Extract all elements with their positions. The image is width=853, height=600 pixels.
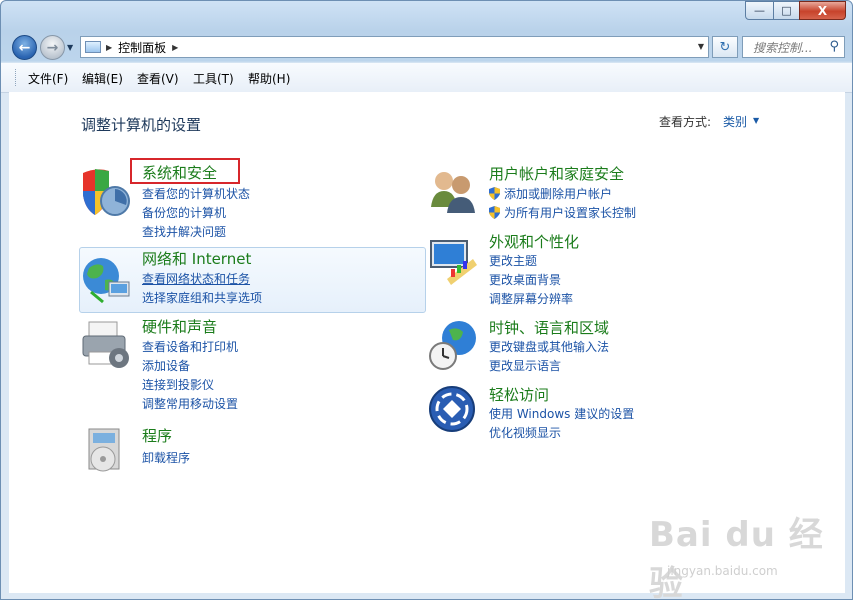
link-connect-projector[interactable]: 连接到投影仪 — [142, 376, 214, 393]
address-bar[interactable]: ▶ 控制面板 ▶ ▼ — [80, 36, 709, 58]
uac-shield-icon — [489, 187, 500, 200]
arrow-right-icon: → — [46, 39, 59, 56]
category-system-security[interactable]: 系统和安全 — [142, 162, 217, 183]
category-hardware-sound[interactable]: 硬件和声音 — [142, 316, 217, 337]
network-globe-icon — [83, 258, 130, 304]
menu-help[interactable]: 帮助(H) — [248, 70, 290, 87]
users-icon — [431, 172, 475, 213]
link-add-device[interactable]: 添加设备 — [142, 357, 190, 374]
uac-shield-icon — [489, 206, 500, 219]
baidu-watermark: Bai du 经验 — [649, 515, 824, 600]
category-programs[interactable]: 程序 — [142, 425, 172, 446]
recent-pages-dropdown[interactable]: ▼ — [67, 43, 73, 52]
link-add-remove-accounts[interactable]: 添加或删除用户帐户 — [489, 185, 612, 202]
category-appearance[interactable]: 外观和个性化 — [489, 231, 579, 252]
view-by-label: 查看方式: — [659, 115, 712, 129]
link-parental-controls[interactable]: 为所有用户设置家长控制 — [489, 204, 636, 221]
menu-edit[interactable]: 编辑(E) — [82, 70, 123, 87]
link-display-language[interactable]: 更改显示语言 — [489, 357, 561, 374]
page-title: 调整计算机的设置 — [81, 116, 202, 134]
link-optimize-display[interactable]: 优化视频显示 — [489, 424, 561, 441]
clock-globe-icon — [429, 321, 476, 370]
link-add-remove-accounts-label: 添加或删除用户帐户 — [504, 187, 613, 201]
category-clock-language[interactable]: 时钟、语言和区域 — [489, 317, 609, 338]
view-by-chevron-icon[interactable]: ▼ — [753, 116, 759, 125]
arrow-left-icon: ← — [18, 39, 31, 56]
title-bar: — □ X — [1, 1, 852, 31]
link-screen-resolution[interactable]: 调整屏幕分辨率 — [489, 290, 573, 307]
menu-file[interactable]: 文件(F) — [28, 70, 68, 87]
forward-button[interactable]: → — [40, 35, 65, 60]
shield-icon — [83, 169, 130, 216]
link-change-theme[interactable]: 更改主题 — [489, 252, 537, 269]
maximize-button[interactable]: □ — [773, 1, 800, 20]
link-devices-printers[interactable]: 查看设备和打印机 — [142, 338, 238, 355]
window-frame: — □ X ← → ▼ ▶ 控制面板 ▶ ▼ ↻ 搜索控制... ⚲ 文件(F)… — [0, 0, 853, 600]
category-user-accounts[interactable]: 用户帐户和家庭安全 — [489, 163, 624, 184]
menu-bar: 文件(F) 编辑(E) 查看(V) 工具(T) 帮助(H) — [1, 63, 852, 93]
category-network-internet[interactable]: 网络和 Internet — [142, 248, 251, 269]
close-button[interactable]: X — [799, 1, 846, 20]
back-button[interactable]: ← — [12, 35, 37, 60]
search-input[interactable]: 搜索控制... ⚲ — [742, 36, 845, 58]
link-desktop-background[interactable]: 更改桌面背景 — [489, 271, 561, 288]
refresh-button[interactable]: ↻ — [712, 36, 738, 58]
link-uninstall-program[interactable]: 卸载程序 — [142, 449, 190, 466]
ease-of-access-icon — [429, 386, 475, 432]
search-icon[interactable]: ⚲ — [829, 39, 839, 54]
link-parental-controls-label: 为所有用户设置家长控制 — [504, 206, 637, 220]
address-dropdown-icon[interactable]: ▼ — [698, 42, 704, 51]
programs-icon — [88, 428, 120, 472]
breadcrumb-separator-icon[interactable]: ▶ — [106, 43, 112, 52]
control-panel-icon — [85, 41, 101, 53]
link-homegroup[interactable]: 选择家庭组和共享选项 — [142, 289, 262, 306]
search-placeholder: 搜索控制... — [753, 40, 813, 55]
link-troubleshoot[interactable]: 查找并解决问题 — [142, 223, 226, 240]
view-by-dropdown[interactable]: 类别 — [723, 113, 747, 130]
link-backup-computer[interactable]: 备份您的计算机 — [142, 204, 226, 221]
printer-icon — [82, 321, 129, 368]
menu-tools[interactable]: 工具(T) — [193, 70, 234, 87]
breadcrumb-control-panel[interactable]: 控制面板 — [118, 39, 166, 56]
refresh-icon: ↻ — [719, 39, 731, 55]
link-recommended-settings[interactable]: 使用 Windows 建议的设置 — [489, 405, 634, 422]
link-view-computer-status[interactable]: 查看您的计算机状态 — [142, 185, 250, 202]
link-mobility-settings[interactable]: 调整常用移动设置 — [142, 395, 238, 412]
minimize-button[interactable]: — — [745, 1, 774, 20]
menu-grip — [15, 69, 18, 86]
link-network-status[interactable]: 查看网络状态和任务 — [142, 270, 250, 287]
baidu-watermark-url: jingyan.baidu.com — [667, 564, 778, 578]
breadcrumb-chevron-icon[interactable]: ▶ — [172, 43, 178, 52]
monitor-palette-icon — [430, 240, 477, 285]
menu-view[interactable]: 查看(V) — [137, 70, 179, 87]
link-keyboard-input[interactable]: 更改键盘或其他输入法 — [489, 338, 609, 355]
category-ease-of-access[interactable]: 轻松访问 — [489, 384, 549, 405]
